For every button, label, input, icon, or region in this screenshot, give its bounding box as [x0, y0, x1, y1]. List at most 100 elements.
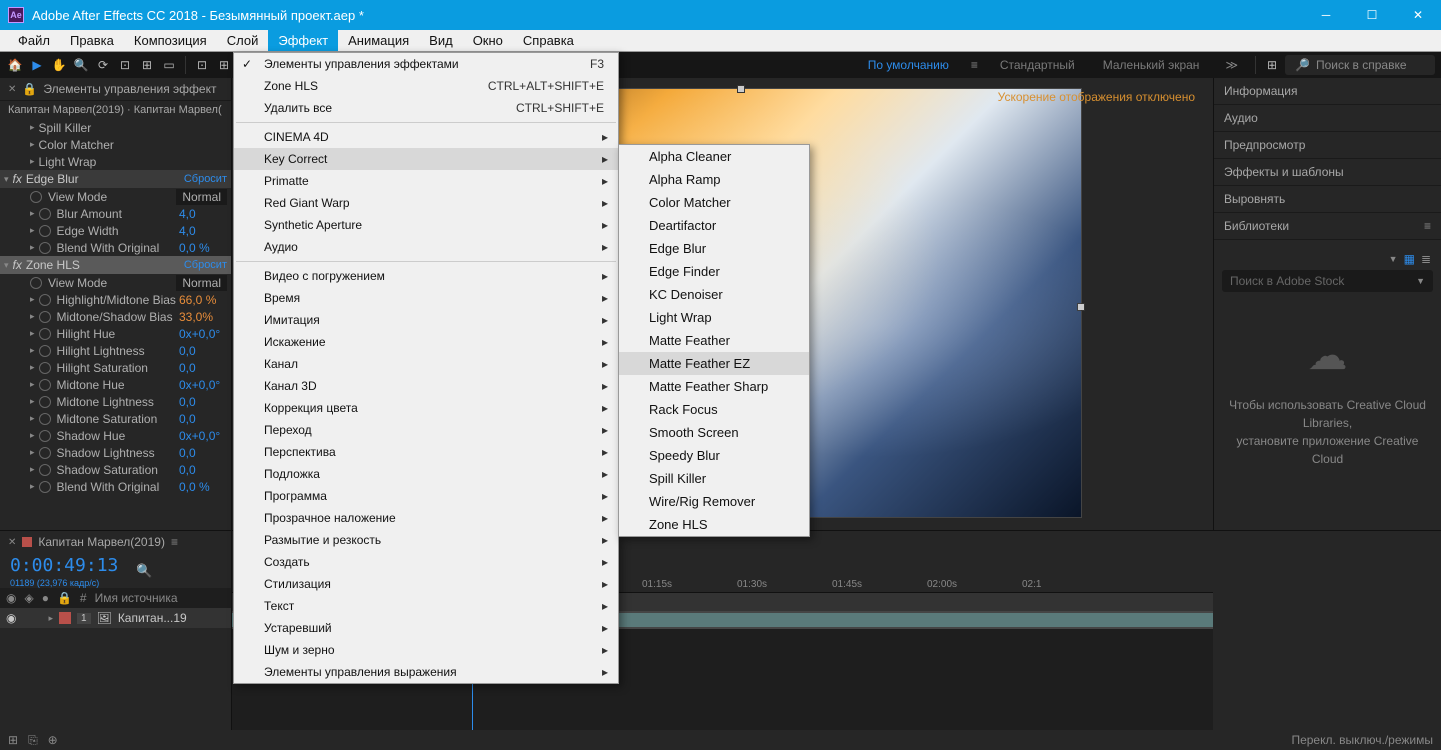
menu-Файл[interactable]: Файл	[8, 30, 60, 51]
fx-prop-Blend With Original[interactable]: ▸Blend With Original0,0 %	[0, 239, 231, 256]
fx-prop-Hilight Saturation[interactable]: ▸Hilight Saturation0,0	[0, 359, 231, 376]
submenu-item-Matte Feather Sharp[interactable]: Matte Feather Sharp	[619, 375, 809, 398]
timecode[interactable]: 0:00:49:13	[0, 553, 128, 578]
menu-item-Размытие и резкость[interactable]: Размытие и резкость▸	[234, 529, 618, 551]
submenu-item-Zone HLS[interactable]: Zone HLS	[619, 513, 809, 536]
menu-Анимация[interactable]: Анимация	[338, 30, 419, 51]
menu-item-Шум и зерно[interactable]: Шум и зерно▸	[234, 639, 618, 661]
submenu-item-Wire/Rig Remover[interactable]: Wire/Rig Remover	[619, 490, 809, 513]
status-icon3[interactable]: ⊕	[48, 733, 58, 747]
zoom-tool-icon[interactable]: 🔍	[72, 56, 90, 74]
hand-tool-icon[interactable]: ✋	[50, 56, 68, 74]
fx-group-Zone HLS[interactable]: ▾ fx Zone HLSСбросит	[0, 256, 231, 274]
fx-prop-View Mode[interactable]: View ModeNormal	[0, 274, 231, 291]
shape-tool-icon[interactable]: ▭	[160, 56, 178, 74]
submenu-item-KC Denoiser[interactable]: KC Denoiser	[619, 283, 809, 306]
menu-item-Элементы управления эффектами[interactable]: ✓Элементы управления эффектамиF3	[234, 53, 618, 75]
menu-Справка[interactable]: Справка	[513, 30, 584, 51]
fx-Spill Killer[interactable]: ▸Spill Killer	[0, 119, 231, 136]
close-icon[interactable]: ✕	[8, 84, 16, 95]
search-icon[interactable]: 🔍	[136, 563, 152, 579]
menu-item-Переход[interactable]: Переход▸	[234, 419, 618, 441]
submenu-item-Rack Focus[interactable]: Rack Focus	[619, 398, 809, 421]
menu-item-Видео с погружением[interactable]: Видео с погружением▸	[234, 265, 618, 287]
search-help-input[interactable]: 🔎Поиск в справке	[1285, 55, 1435, 75]
rotate-tool-icon[interactable]: ⟳	[94, 56, 112, 74]
fx-prop-Highlight/Midtone Bias[interactable]: ▸Highlight/Midtone Bias66,0 %	[0, 291, 231, 308]
timeline-comp-tab[interactable]: ✕ Капитан Марвел(2019) ≡	[0, 531, 231, 553]
workspace-menu-icon[interactable]: ≡	[971, 58, 978, 72]
submenu-item-Light Wrap[interactable]: Light Wrap	[619, 306, 809, 329]
fx-prop-Midtone Lightness[interactable]: ▸Midtone Lightness0,0	[0, 393, 231, 410]
fx-prop-Shadow Saturation[interactable]: ▸Shadow Saturation0,0	[0, 461, 231, 478]
fx-Light Wrap[interactable]: ▸Light Wrap	[0, 153, 231, 170]
menu-item-Прозрачное наложение[interactable]: Прозрачное наложение▸	[234, 507, 618, 529]
menu-item-Время[interactable]: Время▸	[234, 287, 618, 309]
fx-prop-Shadow Lightness[interactable]: ▸Shadow Lightness0,0	[0, 444, 231, 461]
menu-item-Текст[interactable]: Текст▸	[234, 595, 618, 617]
menu-item-Key Correct[interactable]: Key Correct▸	[234, 148, 618, 170]
fx-prop-Blur Amount[interactable]: ▸Blur Amount4,0	[0, 205, 231, 222]
comp-menu-icon[interactable]: ≡	[171, 535, 178, 549]
close-icon[interactable]: ✕	[8, 537, 16, 548]
minimize-button[interactable]: ─	[1303, 0, 1349, 30]
maximize-button[interactable]: ☐	[1349, 0, 1395, 30]
panel-Предпросмотр[interactable]: Предпросмотр	[1214, 132, 1441, 159]
panel-Аудио[interactable]: Аудио	[1214, 105, 1441, 132]
submenu-item-Edge Finder[interactable]: Edge Finder	[619, 260, 809, 283]
menu-item-CINEMA 4D[interactable]: CINEMA 4D▸	[234, 126, 618, 148]
pan-behind-icon[interactable]: ⊞	[138, 56, 156, 74]
submenu-item-Matte Feather EZ[interactable]: Matte Feather EZ	[619, 352, 809, 375]
panel-menu-icon[interactable]: ≡	[1424, 219, 1431, 233]
menu-item-Устаревший[interactable]: Устаревший▸	[234, 617, 618, 639]
lock-icon[interactable]: 🔒	[22, 82, 37, 96]
submenu-item-Matte Feather[interactable]: Matte Feather	[619, 329, 809, 352]
effect-controls-tab[interactable]: ✕ 🔒 Элементы управления эффект	[0, 78, 231, 101]
fx-prop-Midtone/Shadow Bias[interactable]: ▸Midtone/Shadow Bias33,0%	[0, 308, 231, 325]
menu-Правка[interactable]: Правка	[60, 30, 124, 51]
menu-item-Искажение[interactable]: Искажение▸	[234, 331, 618, 353]
menu-item-Коррекция цвета[interactable]: Коррекция цвета▸	[234, 397, 618, 419]
submenu-item-Alpha Ramp[interactable]: Alpha Ramp	[619, 168, 809, 191]
timeline-layer-row[interactable]: ◉ ▸ 1 🖼 Капитан...19	[0, 608, 231, 628]
menu-item-Primatte[interactable]: Primatte▸	[234, 170, 618, 192]
menu-item-Имитация[interactable]: Имитация▸	[234, 309, 618, 331]
panel-Выровнять[interactable]: Выровнять	[1214, 186, 1441, 213]
adobe-stock-search[interactable]: Поиск в Adobe Stock▼	[1222, 270, 1433, 292]
close-button[interactable]: ✕	[1395, 0, 1441, 30]
camera-tool-icon[interactable]: ⊡	[116, 56, 134, 74]
list-view-icon[interactable]: ≣	[1421, 252, 1431, 266]
fx-group-Edge Blur[interactable]: ▾ fx Edge BlurСбросит	[0, 170, 231, 188]
workspace-standard[interactable]: Стандартный	[988, 58, 1087, 72]
menu-item-Создать[interactable]: Создать▸	[234, 551, 618, 573]
panel-Эффекты и шаблоны[interactable]: Эффекты и шаблоны	[1214, 159, 1441, 186]
menu-Композиция[interactable]: Композиция	[124, 30, 217, 51]
workspace-small[interactable]: Маленький экран	[1091, 58, 1212, 72]
selection-tool-icon[interactable]: ▶	[28, 56, 46, 74]
menu-item-Подложка[interactable]: Подложка▸	[234, 463, 618, 485]
menu-Эффект[interactable]: Эффект	[268, 30, 338, 51]
submenu-item-Color Matcher[interactable]: Color Matcher	[619, 191, 809, 214]
libraries-panel-header[interactable]: Библиотеки ≡	[1214, 213, 1441, 240]
menu-item-Стилизация[interactable]: Стилизация▸	[234, 573, 618, 595]
submenu-item-Deartifactor[interactable]: Deartifactor	[619, 214, 809, 237]
switches-label[interactable]: Перекл. выключ./режимы	[1291, 733, 1433, 747]
snap-icon[interactable]: ⊡	[193, 56, 211, 74]
menu-Вид[interactable]: Вид	[419, 30, 463, 51]
menu-item-Аудио[interactable]: Аудио▸	[234, 236, 618, 258]
menu-item-Red Giant Warp[interactable]: Red Giant Warp▸	[234, 192, 618, 214]
home-icon[interactable]: 🏠	[6, 56, 24, 74]
menu-item-Удалить все[interactable]: Удалить всеCTRL+SHIFT+E	[234, 97, 618, 119]
submenu-item-Speedy Blur[interactable]: Speedy Blur	[619, 444, 809, 467]
fx-prop-Blend With Original[interactable]: ▸Blend With Original0,0 %	[0, 478, 231, 495]
fx-prop-Midtone Saturation[interactable]: ▸Midtone Saturation0,0	[0, 410, 231, 427]
workspace-more-icon[interactable]: ≫	[1225, 58, 1238, 72]
submenu-item-Smooth Screen[interactable]: Smooth Screen	[619, 421, 809, 444]
menu-Слой[interactable]: Слой	[217, 30, 269, 51]
menu-item-Перспектива[interactable]: Перспектива▸	[234, 441, 618, 463]
fx-prop-View Mode[interactable]: View ModeNormal	[0, 188, 231, 205]
panel-Информация[interactable]: Информация	[1214, 78, 1441, 105]
submenu-item-Spill Killer[interactable]: Spill Killer	[619, 467, 809, 490]
fx-prop-Shadow Hue[interactable]: ▸Shadow Hue0x+0,0°	[0, 427, 231, 444]
status-icon[interactable]: ⊞	[8, 733, 18, 747]
